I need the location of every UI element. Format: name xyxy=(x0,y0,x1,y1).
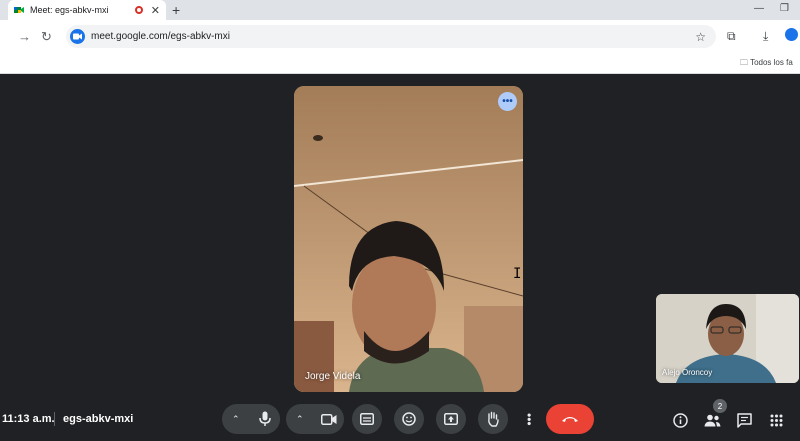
meeting-controls: 11:13 a.m. egs-abkv-mxi ⌃ ⌃ ••• 2 xyxy=(0,399,800,441)
reactions-button[interactable] xyxy=(394,404,424,434)
bookmarks-bar: 🗀 Todos los fa xyxy=(0,54,800,74)
activities-button[interactable] xyxy=(766,410,786,430)
chat-icon xyxy=(736,412,752,428)
chat-button[interactable] xyxy=(734,410,754,430)
extensions-icon[interactable]: ⧉ xyxy=(727,29,736,44)
forward-icon[interactable]: → xyxy=(18,29,31,44)
reload-icon[interactable]: ↻ xyxy=(41,29,52,45)
present-icon xyxy=(444,413,458,425)
more-options-icon: ••• xyxy=(522,412,536,426)
participant-name-self: Alejo Oroncoy xyxy=(662,368,713,377)
mic-control: ⌃ xyxy=(222,404,280,434)
restore-icon[interactable]: ❐ xyxy=(780,3,789,14)
new-tab-icon[interactable]: + xyxy=(172,2,180,18)
camera-icon xyxy=(321,413,337,425)
participant-video xyxy=(294,86,523,392)
mic-icon xyxy=(259,411,271,426)
participant-tile-main[interactable]: ••• Jorge Videla xyxy=(294,86,523,392)
bookmark-folder[interactable]: 🗀 Todos los fa xyxy=(740,57,793,71)
tab-title: Meet: egs-abkv-mxi xyxy=(30,5,109,15)
mic-button[interactable] xyxy=(250,404,280,434)
download-icon[interactable]: ⤓ xyxy=(763,29,768,44)
meeting-code: egs-abkv-mxi xyxy=(63,413,134,425)
info-icon xyxy=(672,412,688,428)
people-icon xyxy=(704,414,720,426)
raise-hand-button[interactable] xyxy=(478,404,508,434)
text-cursor: I xyxy=(513,266,522,282)
camera-control: ⌃ xyxy=(286,404,344,434)
camera-options-chevron-icon[interactable]: ⌃ xyxy=(296,414,304,425)
folder-icon: 🗀 xyxy=(740,58,748,67)
profile-avatar[interactable] xyxy=(785,28,798,41)
site-info-icon[interactable] xyxy=(70,29,85,44)
raise-hand-icon xyxy=(488,411,499,427)
browser-tab-strip: Meet: egs-abkv-mxi ✕ + — ❐ xyxy=(0,0,800,20)
divider xyxy=(54,412,55,426)
record-icon xyxy=(134,6,143,14)
more-options-icon[interactable]: ••• xyxy=(498,92,517,111)
meet-favicon-icon xyxy=(14,7,24,13)
participant-count-badge: 2 xyxy=(713,399,727,413)
participant-name-main: Jorge Videla xyxy=(305,371,361,382)
bookmark-folder-label: Todos los fa xyxy=(750,58,793,67)
end-call-button[interactable] xyxy=(546,404,594,434)
people-button[interactable] xyxy=(702,410,722,430)
end-call-icon xyxy=(562,417,578,422)
address-bar[interactable]: meet.google.com/egs-abkv-mxi ☆ xyxy=(66,25,716,48)
close-tab-icon[interactable]: ✕ xyxy=(151,4,160,17)
activities-icon xyxy=(770,414,782,426)
bookmark-star-icon[interactable]: ☆ xyxy=(695,30,706,44)
participant-tile-self[interactable]: Alejo Oroncoy xyxy=(656,294,799,383)
camera-button[interactable] xyxy=(314,404,344,434)
emoji-icon xyxy=(402,412,416,426)
more-options-button[interactable]: ••• xyxy=(520,404,538,434)
url-text: meet.google.com/egs-abkv-mxi xyxy=(91,31,230,42)
captions-icon xyxy=(360,413,374,425)
meeting-stage: ••• Jorge Videla Alejo Oroncoy I xyxy=(0,75,800,399)
browser-tab[interactable]: Meet: egs-abkv-mxi ✕ xyxy=(8,0,166,20)
mic-options-chevron-icon[interactable]: ⌃ xyxy=(232,414,240,425)
info-button[interactable] xyxy=(670,410,690,430)
present-button[interactable] xyxy=(436,404,466,434)
minimize-icon[interactable]: — xyxy=(754,3,764,14)
address-toolbar: → ↻ meet.google.com/egs-abkv-mxi ☆ ⧉ ⤓ xyxy=(0,20,800,54)
meeting-time: 11:13 a.m. xyxy=(2,413,55,425)
captions-button[interactable] xyxy=(352,404,382,434)
